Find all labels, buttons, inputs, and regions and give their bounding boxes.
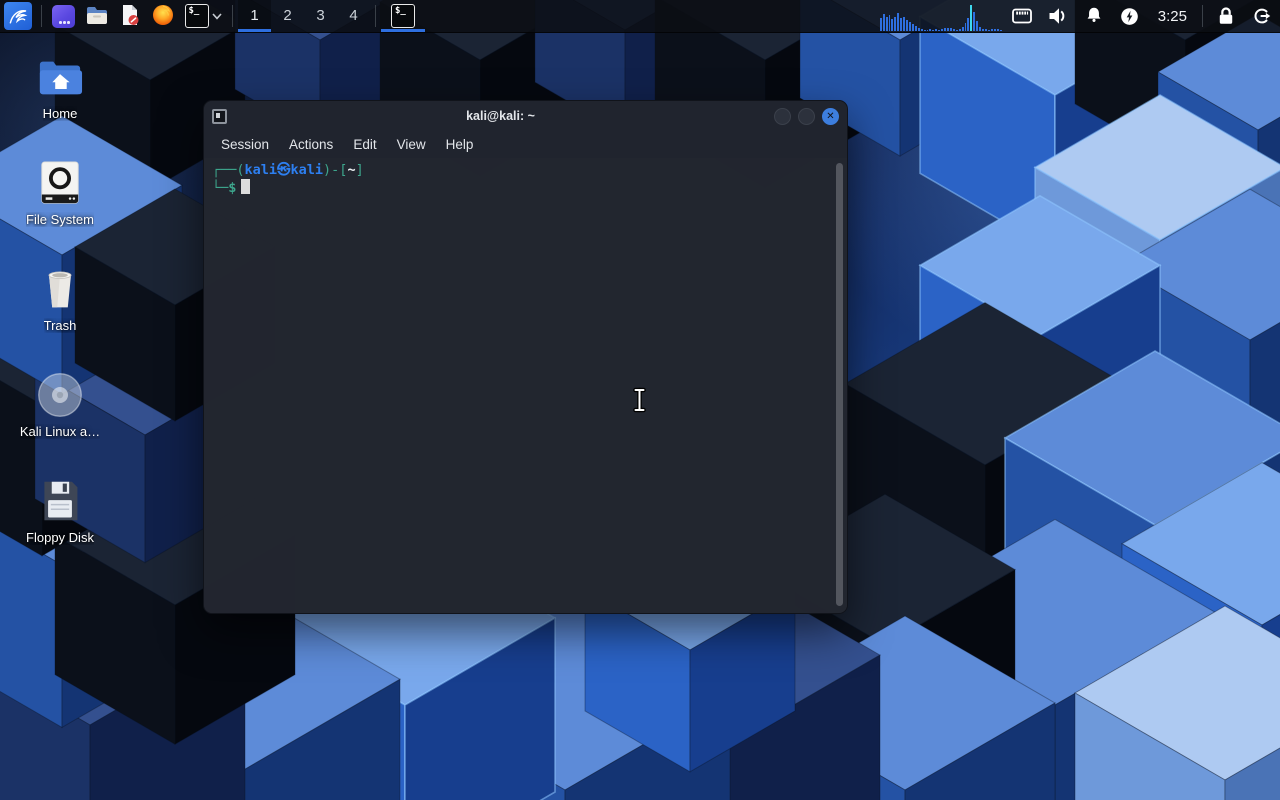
applications-menu-button[interactable] [0, 0, 36, 33]
terminal-cursor [241, 179, 251, 194]
desktop-icon-label: Trash [43, 318, 77, 333]
terminal-icon: $_ [391, 3, 415, 28]
desktop-icon-floppy-disk[interactable]: Floppy Disk [10, 477, 110, 545]
window-titlebar[interactable]: kali@kali: ~ [204, 101, 847, 131]
disc-icon [35, 371, 85, 419]
desktop-icon-label: Home [42, 106, 78, 121]
text-editor-launcher[interactable] [113, 0, 146, 33]
clock[interactable]: 3:25 [1148, 8, 1197, 25]
file-manager-launcher[interactable] [80, 0, 113, 33]
window-terminal-icon [212, 108, 227, 124]
network-ethernet-icon[interactable] [1004, 0, 1040, 33]
terminal-icon: $_ [184, 4, 209, 28]
close-button[interactable] [822, 107, 839, 125]
chevron-down-icon [211, 12, 222, 20]
menu-help[interactable]: Help [437, 134, 483, 155]
lock-screen-icon[interactable] [1208, 0, 1244, 33]
trash-icon [38, 265, 82, 313]
folder-icon [85, 3, 109, 30]
window-title: kali@kali: ~ [466, 109, 535, 123]
menu-actions[interactable]: Actions [280, 134, 342, 155]
floppy-icon [38, 477, 82, 525]
desktop-icon-label: File System [26, 212, 94, 227]
panel-separator [41, 5, 42, 27]
panel-separator [375, 5, 376, 27]
terminal-scrollbar[interactable] [836, 163, 843, 606]
prompt-line-2: └─$ [212, 179, 839, 197]
logout-icon[interactable] [1244, 0, 1280, 33]
workspace-switcher: 1 2 3 4 [238, 0, 370, 32]
desktop-icon-home[interactable]: Home [10, 53, 110, 121]
terminal-content[interactable]: ┌──(kali㉿kali)-[~] └─$ [204, 158, 847, 613]
firefox-launcher[interactable] [146, 0, 179, 33]
desktop-icon-kali-linux[interactable]: Kali Linux a… [10, 371, 110, 439]
desktop-icon-list: Home File System Trash Kali Linux a… Flo… [10, 53, 110, 545]
menu-session[interactable]: Session [212, 134, 278, 155]
prompt-line-1: ┌──(kali㉿kali)-[~] [212, 162, 364, 178]
desktop-icon-file-system[interactable]: File System [10, 159, 110, 227]
desktop-icon-trash[interactable]: Trash [10, 265, 110, 333]
volume-icon[interactable] [1040, 0, 1076, 33]
workspace-3[interactable]: 3 [304, 0, 337, 32]
panel-separator [1202, 5, 1203, 27]
firefox-icon [151, 3, 175, 30]
terminal-launcher[interactable]: $_ [179, 0, 227, 33]
document-edit-icon [118, 3, 142, 30]
notifications-bell-icon[interactable] [1076, 0, 1112, 33]
kali-dragon-icon [4, 2, 32, 30]
window-menubar: Session Actions Edit View Help [204, 131, 847, 158]
desktop: $_ 1 2 3 4 $_ 3:25 Home File System Tras… [0, 0, 1280, 800]
workspace-2[interactable]: 2 [271, 0, 304, 32]
desktop-icon-label: Kali Linux a… [19, 424, 101, 439]
desktop-icon-label: Floppy Disk [26, 530, 94, 545]
home-folder-icon [37, 53, 83, 101]
drive-icon [38, 159, 82, 207]
taskbar-terminal-button[interactable]: $_ [381, 0, 425, 32]
workspace-1[interactable]: 1 [238, 0, 271, 32]
minimize-button[interactable] [774, 107, 791, 125]
cpu-graph[interactable] [878, 0, 1004, 32]
menu-edit[interactable]: Edit [344, 134, 385, 155]
top-panel: $_ 1 2 3 4 $_ 3:25 [0, 0, 1280, 33]
terminal-window: kali@kali: ~ Session Actions Edit View H… [203, 100, 848, 614]
show-desktop-launcher[interactable] [47, 0, 80, 33]
panel-separator [232, 5, 233, 27]
purple-app-icon [52, 4, 75, 28]
workspace-4[interactable]: 4 [337, 0, 370, 32]
menu-view[interactable]: View [388, 134, 435, 155]
power-manager-icon[interactable] [1112, 0, 1148, 33]
maximize-button[interactable] [798, 107, 815, 125]
